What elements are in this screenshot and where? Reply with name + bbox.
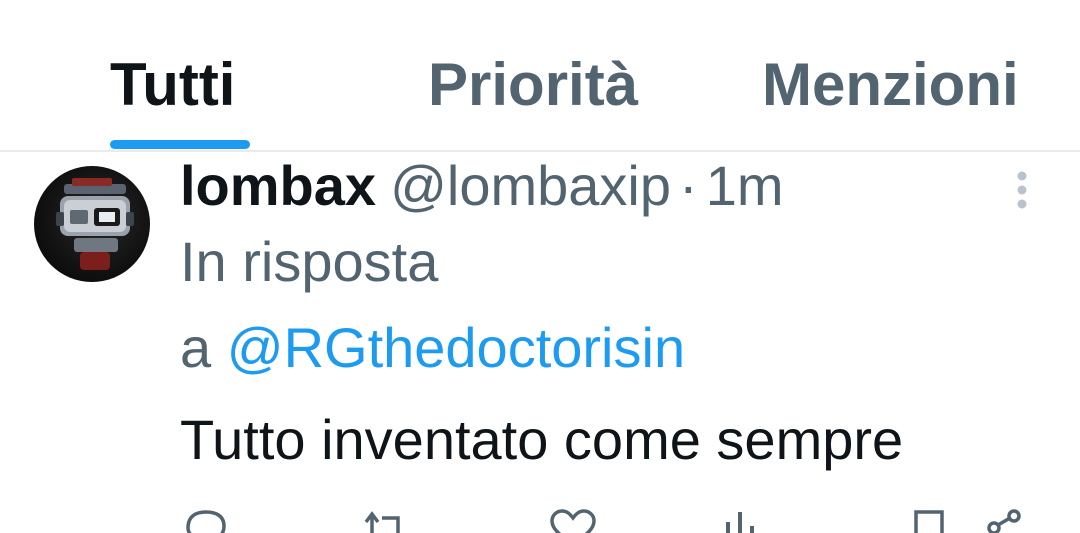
notifications-page: Tutti Priorità Menzioni lombax @lombaxip ·… [0,0,1080,533]
user-handle[interactable]: @lombaxip [390,154,671,217]
tab-tutti[interactable]: Tutti [110,50,235,150]
reply-to-mention[interactable]: @RGthedoctorisin [227,316,685,379]
reply-icon[interactable] [182,508,232,533]
separator-dot: · [679,154,698,217]
reply-context-prefix: In risposta [180,230,439,293]
views-icon[interactable] [718,508,768,533]
reply-context-a: a [180,316,212,379]
notification-tabs: Tutti Priorità Menzioni [0,0,1080,150]
reply-context: a @RGthedoctorisin [180,312,685,384]
tab-priorita[interactable]: Priorità [428,50,638,150]
more-options-icon[interactable] [1008,170,1036,210]
retweet-icon[interactable] [360,508,410,533]
avatar[interactable] [34,166,150,282]
bookmark-icon[interactable] [908,508,958,533]
tweet-header: lombax @lombaxip · 1m [180,150,783,222]
display-name[interactable]: lombax [180,154,376,217]
robot-avatar-icon [56,178,134,270]
like-icon[interactable] [548,508,598,533]
tweet-actions [0,508,1080,533]
timestamp[interactable]: 1m [706,154,784,217]
active-tab-indicator [110,140,250,149]
tab-menzioni[interactable]: Menzioni [762,50,1019,150]
share-icon[interactable] [984,508,1034,533]
tweet-text: Tutto inventato come sempre [180,408,904,471]
